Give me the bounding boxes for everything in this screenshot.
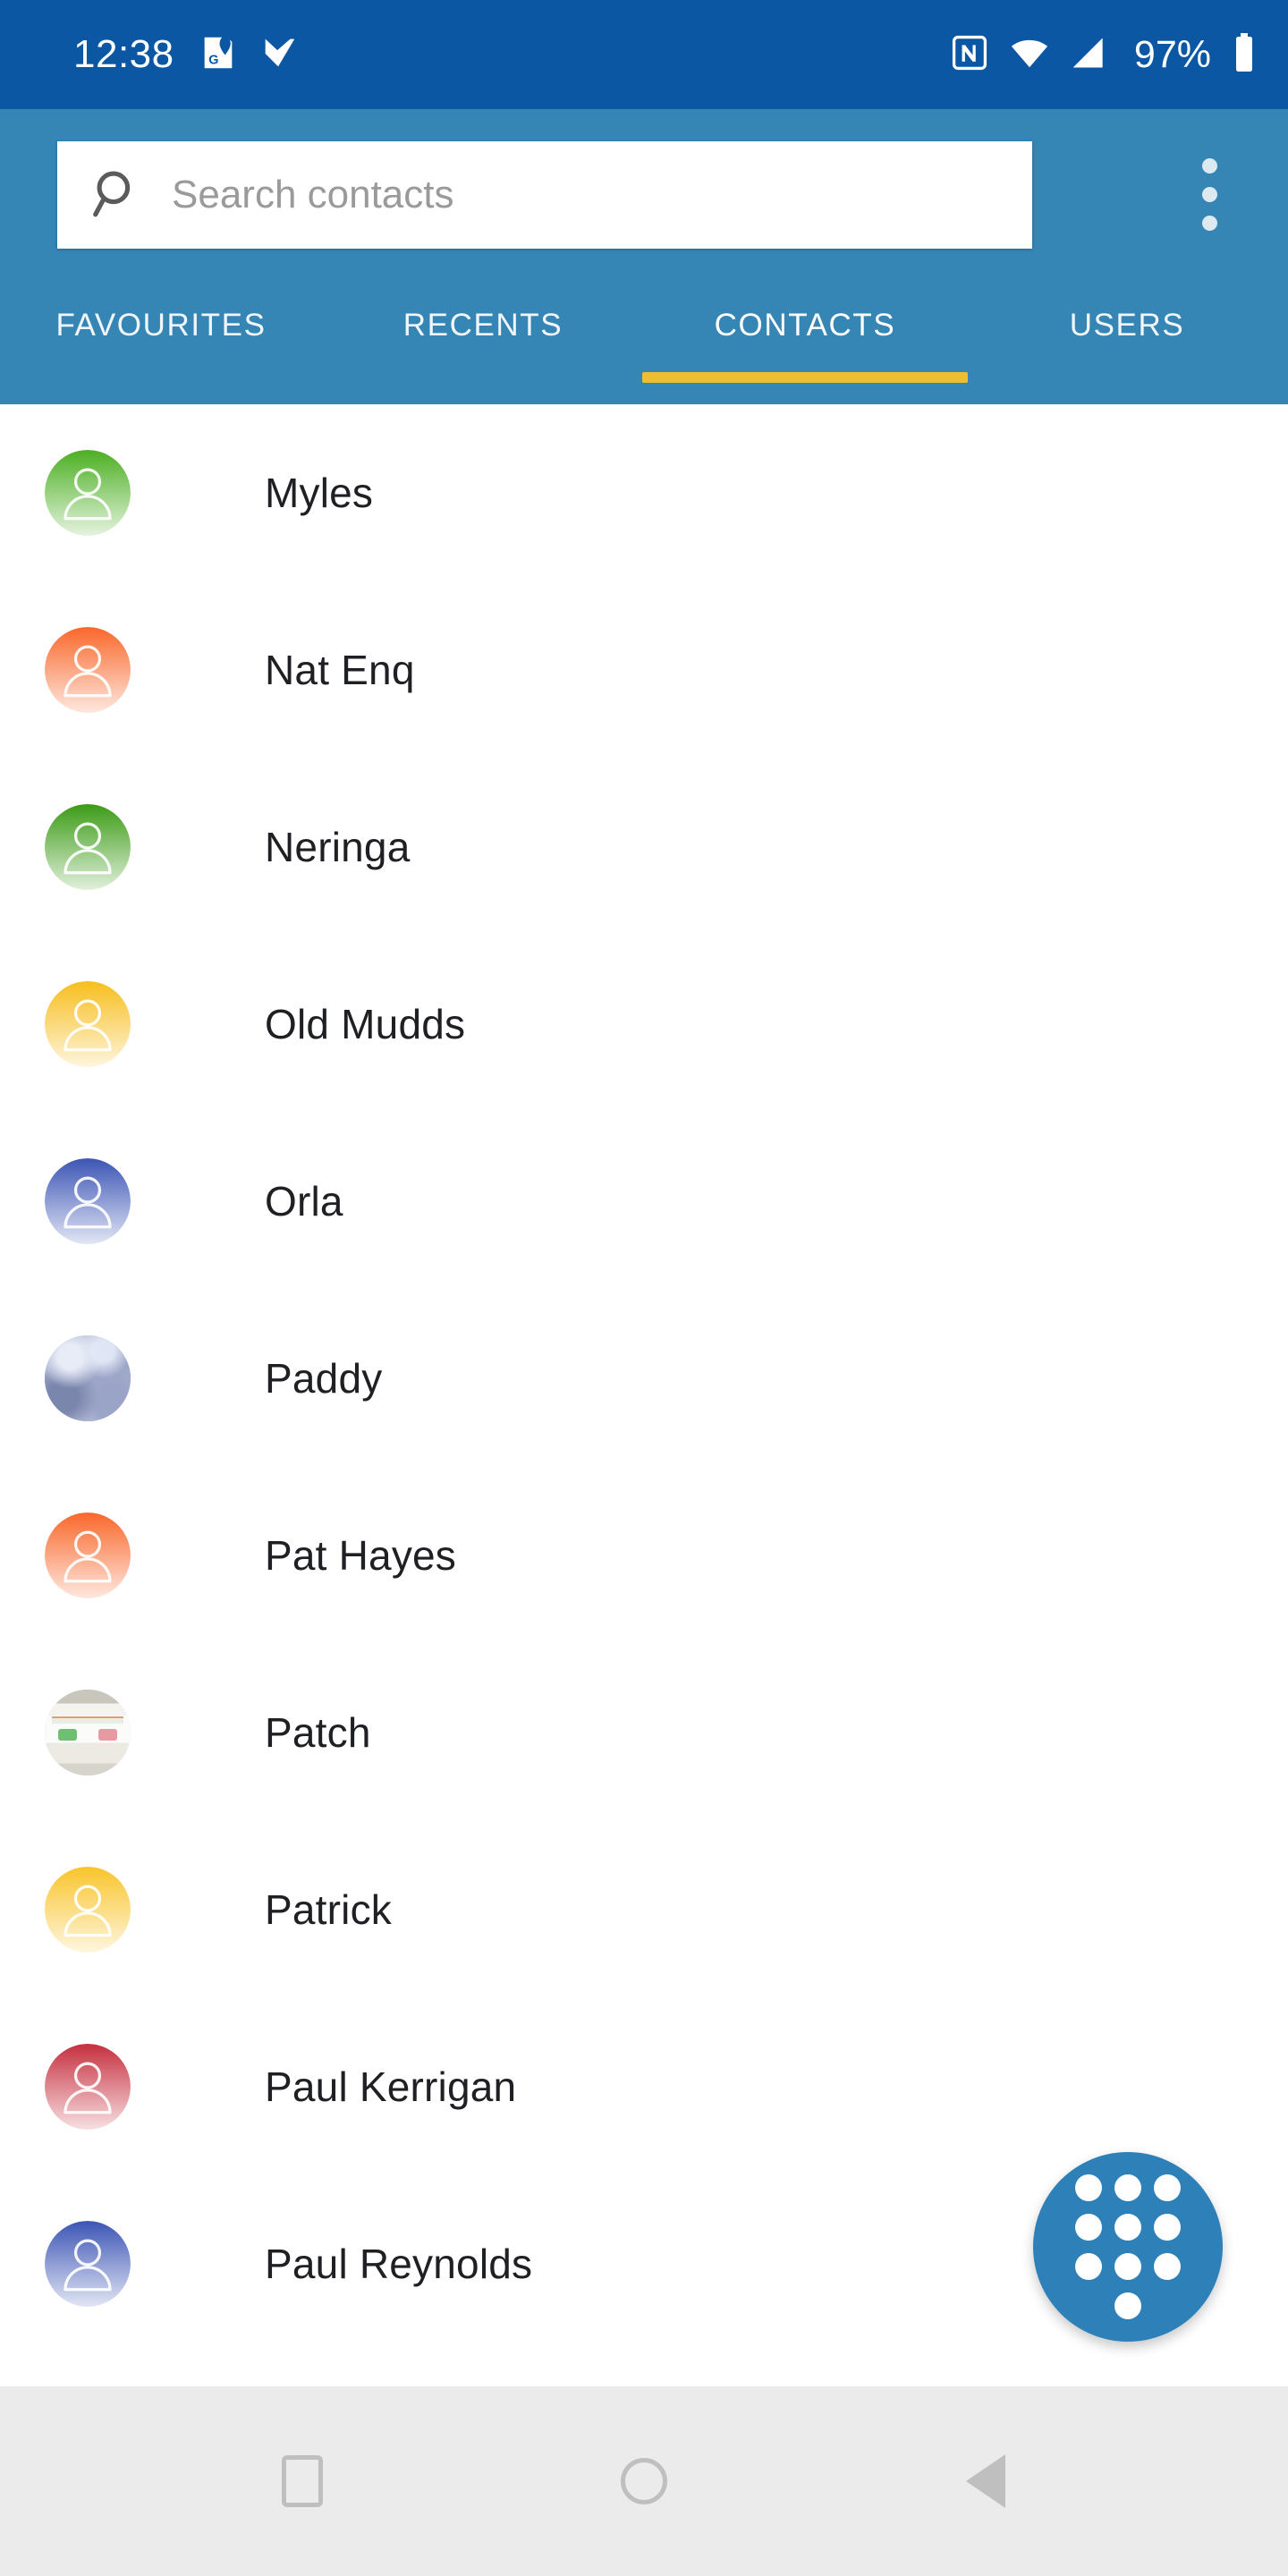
- contact-avatar[interactable]: [45, 981, 131, 1067]
- tab-label: FAVOURITES: [55, 308, 267, 343]
- dialpad-dot: [1114, 2174, 1141, 2201]
- dialpad-dot: [1075, 2214, 1102, 2241]
- contact-name: Neringa: [265, 824, 411, 870]
- contact-name: Paddy: [265, 1355, 383, 1402]
- contact-name: Orla: [265, 1178, 343, 1224]
- contact-list-item[interactable]: Neringa: [0, 758, 1288, 936]
- status-bar: 12:38 G 97%: [0, 0, 1288, 109]
- tab-users[interactable]: USERS: [966, 268, 1288, 404]
- triangle-back-icon: [966, 2454, 1005, 2508]
- contact-list-item[interactable]: Paul Kerrigan: [0, 1998, 1288, 2175]
- person-placeholder-icon: [45, 1158, 131, 1244]
- search-input[interactable]: Search contacts: [57, 141, 1032, 249]
- person-placeholder-icon: [45, 1513, 131, 1598]
- contact-avatar[interactable]: [45, 2221, 131, 2307]
- overflow-menu-icon[interactable]: [1174, 145, 1245, 243]
- dialpad-dot: [1114, 2292, 1141, 2319]
- contact-list-item[interactable]: Nat Enq: [0, 581, 1288, 758]
- person-placeholder-icon: [45, 2221, 131, 2307]
- contact-list-item[interactable]: Paddy: [0, 1290, 1288, 1467]
- dialpad-dot: [1114, 2253, 1141, 2280]
- dialpad-dot: [1154, 2174, 1181, 2201]
- battery-icon: [1231, 31, 1258, 79]
- contact-name: Nat Enq: [265, 647, 415, 693]
- status-bar-clock: 12:38: [73, 32, 174, 76]
- person-placeholder-icon: [45, 981, 131, 1067]
- search-icon: [89, 165, 145, 225]
- contact-list-item[interactable]: Patch: [0, 1644, 1288, 1821]
- dialpad-dot: [1075, 2174, 1102, 2201]
- tab-indicator: [320, 372, 646, 383]
- tab-recents[interactable]: RECENTS: [322, 268, 644, 404]
- recents-button[interactable]: [249, 2428, 356, 2535]
- contact-list-item[interactable]: Old Mudds: [0, 936, 1288, 1113]
- tab-indicator: [964, 372, 1288, 383]
- wifi-icon: [1009, 32, 1050, 78]
- person-placeholder-icon: [45, 2044, 131, 2130]
- contact-name: Patch: [265, 1709, 371, 1756]
- dialpad-dot: [1154, 2253, 1181, 2280]
- contact-avatar[interactable]: [45, 1690, 131, 1775]
- tab-label: USERS: [1069, 308, 1185, 343]
- tab-label: CONTACTS: [714, 308, 896, 343]
- contact-list-item[interactable]: Orla: [0, 1113, 1288, 1290]
- person-placeholder-icon: [45, 804, 131, 890]
- contact-avatar[interactable]: [45, 1158, 131, 1244]
- contact-name: Pat Hayes: [265, 1532, 457, 1579]
- tab-contacts[interactable]: CONTACTS: [642, 268, 968, 404]
- contact-avatar[interactable]: [45, 450, 131, 536]
- dialpad-icon: [1075, 2174, 1181, 2319]
- tab-bar: FAVOURITES RECENTS CONTACTS USERS: [0, 268, 1288, 404]
- tab-indicator-active: [642, 372, 968, 383]
- tab-indicator: [0, 372, 324, 383]
- nfc-icon: [950, 33, 989, 77]
- circle-icon: [621, 2458, 667, 2504]
- google-maps-icon: G: [198, 32, 239, 78]
- overflow-dot: [1201, 186, 1217, 202]
- contact-avatar[interactable]: [45, 1335, 131, 1421]
- home-button[interactable]: [590, 2428, 698, 2535]
- search-placeholder-text: Search contacts: [172, 173, 454, 216]
- contact-avatar[interactable]: [45, 2044, 131, 2130]
- dialpad-dot: [1114, 2214, 1141, 2241]
- contact-avatar[interactable]: [45, 1867, 131, 1953]
- contact-list-item[interactable]: Myles: [0, 404, 1288, 581]
- battery-percentage-label: 97%: [1133, 32, 1211, 76]
- contact-avatar[interactable]: [45, 804, 131, 890]
- overflow-dot: [1201, 215, 1217, 231]
- tab-label: RECENTS: [402, 308, 564, 343]
- contact-photo: [45, 1335, 131, 1421]
- contact-name: Paul Kerrigan: [265, 2063, 517, 2110]
- app-header: Search contacts FAVOURITES RECENTS CONTA…: [0, 109, 1288, 404]
- person-placeholder-icon: [45, 450, 131, 536]
- contact-name: Paul Reynolds: [265, 2241, 533, 2287]
- search-row: Search contacts: [0, 141, 1288, 249]
- status-bar-system-icons: 97%: [950, 31, 1258, 79]
- contact-name: Patrick: [265, 1886, 392, 1933]
- svg-text:G: G: [208, 53, 218, 67]
- contacts-list[interactable]: Myles Nat Enq Neringa Old Mudds Orla Paddy Pat…: [0, 404, 1288, 2386]
- dialpad-fab-button[interactable]: [1033, 2152, 1223, 2342]
- back-button[interactable]: [932, 2428, 1039, 2535]
- dialpad-dot: [1154, 2214, 1181, 2241]
- tab-favourites[interactable]: FAVOURITES: [0, 268, 322, 404]
- cellular-signal-icon: [1070, 33, 1109, 77]
- contact-avatar[interactable]: [45, 1513, 131, 1598]
- system-navigation-bar: [0, 2386, 1288, 2576]
- square-icon: [282, 2455, 323, 2507]
- contact-name: Old Mudds: [265, 1001, 466, 1047]
- tick-checkmark-icon: [258, 32, 300, 78]
- overflow-dot: [1201, 157, 1217, 174]
- status-bar-notification-icons: G: [198, 32, 300, 78]
- contact-name: Myles: [265, 470, 374, 516]
- contact-photo: [45, 1690, 131, 1775]
- person-placeholder-icon: [45, 1867, 131, 1953]
- contact-avatar[interactable]: [45, 627, 131, 713]
- contacts-app-screen: 12:38 G 97% Search contacts FAVOURITES R…: [0, 0, 1288, 2576]
- dialpad-dot: [1075, 2253, 1102, 2280]
- contact-list-item[interactable]: Pat Hayes: [0, 1467, 1288, 1644]
- person-placeholder-icon: [45, 627, 131, 713]
- contact-list-item[interactable]: Patrick: [0, 1821, 1288, 1998]
